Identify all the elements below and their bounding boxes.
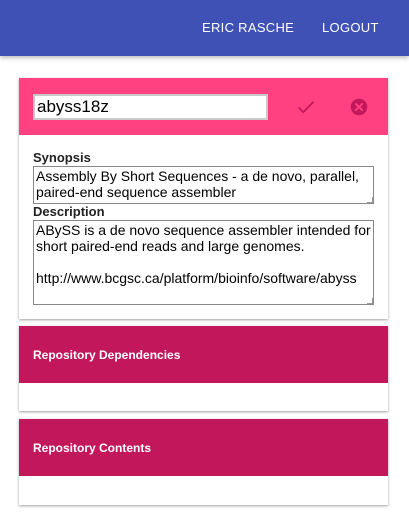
- synopsis-label: Synopsis: [33, 150, 91, 165]
- contents-title: Repository Contents: [33, 441, 152, 455]
- check-icon[interactable]: [295, 96, 317, 118]
- repository-name-input[interactable]: [33, 94, 268, 120]
- resize-handle-icon[interactable]: [367, 298, 373, 304]
- synopsis-field[interactable]: Assembly By Short Sequences - a de novo,…: [33, 166, 374, 204]
- repository-dependencies-card: Repository Dependencies: [19, 326, 388, 411]
- close-circle-icon[interactable]: [348, 96, 370, 118]
- logout-button[interactable]: LOGOUT: [322, 19, 379, 37]
- dependencies-header[interactable]: Repository Dependencies: [19, 326, 388, 383]
- user-button[interactable]: ERIC RASCHE: [202, 19, 294, 37]
- app-toolbar: ERIC RASCHE LOGOUT: [0, 0, 409, 56]
- description-label: Description: [33, 204, 105, 219]
- resize-handle-icon[interactable]: [367, 197, 373, 203]
- dependencies-title: Repository Dependencies: [33, 348, 181, 362]
- contents-header[interactable]: Repository Contents: [19, 419, 388, 476]
- repository-edit-card: Synopsis Assembly By Short Sequences - a…: [19, 78, 388, 319]
- repository-contents-card: Repository Contents: [19, 419, 388, 505]
- repository-title-bar: [19, 78, 388, 135]
- description-field[interactable]: ABySS is a de novo sequence assembler in…: [33, 220, 374, 305]
